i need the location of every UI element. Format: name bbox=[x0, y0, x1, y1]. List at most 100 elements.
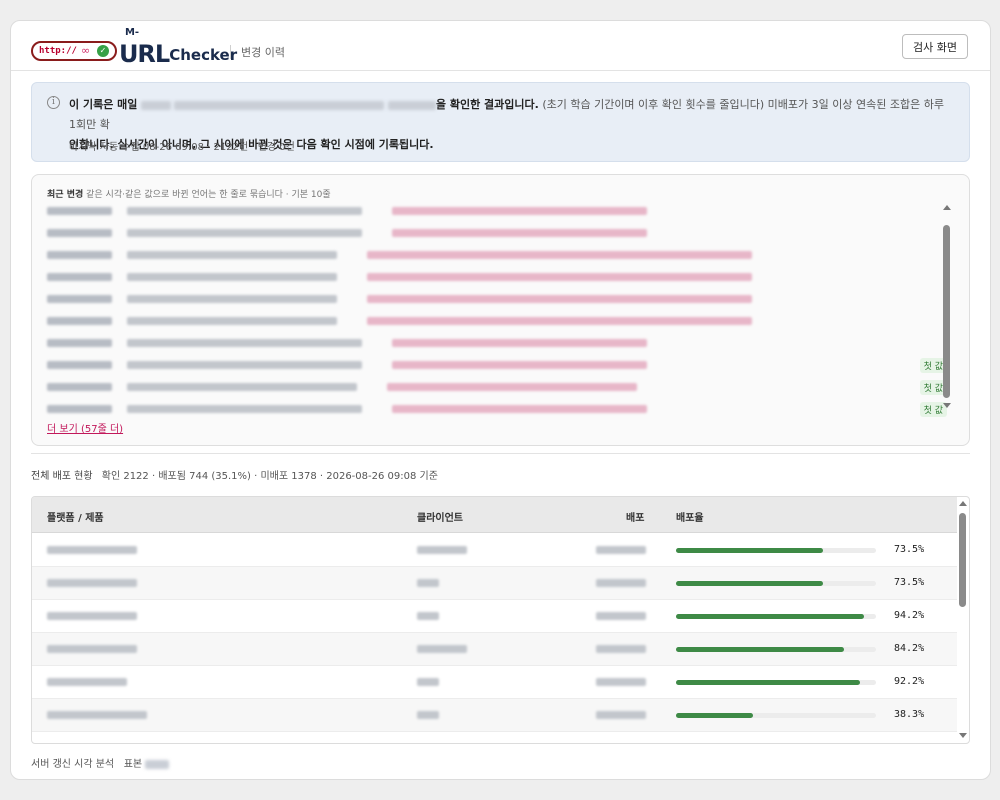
change-row bbox=[47, 270, 947, 284]
logo-url-text: URL bbox=[118, 40, 170, 68]
redacted-text bbox=[387, 383, 637, 391]
logo-badge: http:// ∞ ✓ bbox=[31, 41, 117, 61]
redacted-text bbox=[127, 339, 362, 347]
table-row[interactable]: 73.5% bbox=[32, 567, 957, 600]
sample-label: 표본 bbox=[123, 759, 143, 770]
col-rate[interactable]: 배포율 bbox=[676, 509, 704, 524]
info-icon: i bbox=[47, 96, 60, 109]
header: http:// ∞ ✓ M- URL Checker 변경 이력 검사 화면 bbox=[11, 21, 990, 71]
redacted-text bbox=[417, 546, 467, 554]
logo-wordmark: M- URL Checker bbox=[118, 27, 238, 68]
redacted-text bbox=[47, 711, 147, 719]
logo-http-text: http:// bbox=[39, 46, 77, 56]
redacted-text bbox=[47, 645, 137, 653]
table-row[interactable]: 92.2% bbox=[32, 666, 957, 699]
deploy-summary: 전체 배포 현황 확인 2122 · 배포됨 744 (35.1%) · 미배포… bbox=[31, 467, 438, 482]
redacted-text bbox=[417, 711, 439, 719]
scroll-up-icon[interactable] bbox=[943, 205, 951, 210]
scroll-thumb[interactable] bbox=[959, 513, 966, 607]
scroll-down-icon[interactable] bbox=[943, 403, 951, 408]
redacted-text bbox=[47, 612, 137, 620]
col-client[interactable]: 클라이언트 bbox=[417, 509, 463, 524]
logo-checker-text: Checker bbox=[169, 46, 238, 64]
change-row bbox=[47, 248, 947, 262]
recent-changes-label: 최근 변경 bbox=[47, 190, 84, 200]
col-deploy[interactable]: 배포 bbox=[626, 509, 644, 524]
redacted-text bbox=[596, 546, 646, 554]
redacted-text bbox=[127, 273, 337, 281]
deploy-rate-bar bbox=[676, 680, 876, 685]
scroll-down-icon[interactable] bbox=[959, 733, 967, 738]
info-notice: i 이 기록은 매일 을 확인한 결과입니다. (초기 학습 기간이며 이후 확… bbox=[31, 82, 970, 162]
show-more-link[interactable]: 더 보기 (57줄 더) bbox=[47, 420, 123, 435]
notice-line1-a: 이 기록은 매일 bbox=[69, 98, 138, 111]
redacted-text bbox=[127, 229, 362, 237]
app-logo[interactable]: http:// ∞ ✓ M- URL Checker bbox=[31, 27, 238, 68]
redacted-text bbox=[47, 229, 112, 237]
scroll-up-icon[interactable] bbox=[959, 501, 967, 506]
redacted-text bbox=[392, 361, 647, 369]
notice-meta: 마지막 자동 수집 08-26 09:08 · 2122건 · 변경 0건 bbox=[69, 142, 295, 153]
redacted-text bbox=[367, 317, 752, 325]
redacted-text bbox=[392, 207, 647, 215]
inspect-screen-button[interactable]: 검사 화면 bbox=[902, 34, 968, 59]
redacted-text bbox=[417, 678, 439, 686]
table-row[interactable]: 38.3% bbox=[32, 699, 957, 732]
notice-line1-b: 을 확인한 결과입니다. bbox=[435, 98, 539, 111]
col-platform[interactable]: 플랫폼 / 제품 bbox=[47, 509, 104, 524]
redacted-text bbox=[392, 339, 647, 347]
deploy-rate-fill bbox=[676, 647, 845, 652]
change-row bbox=[47, 204, 947, 218]
check-icon: ✓ bbox=[96, 45, 109, 57]
scroll-thumb[interactable] bbox=[943, 225, 950, 398]
redacted-text bbox=[596, 678, 646, 686]
redacted-text bbox=[127, 295, 337, 303]
change-row bbox=[47, 314, 947, 328]
deploy-rate-fill bbox=[676, 614, 865, 619]
deploy-rate-bar bbox=[676, 581, 876, 586]
table-row[interactable]: 84.2% bbox=[32, 633, 957, 666]
deploy-table: 플랫폼 / 제품 클라이언트 배포 배포율 73.5% 73.5% 94.2% 84.… bbox=[31, 496, 970, 744]
header-divider bbox=[230, 45, 231, 59]
redacted-text bbox=[417, 645, 467, 653]
deploy-rate-value: 84.2% bbox=[894, 643, 925, 654]
change-row bbox=[47, 292, 947, 306]
redacted-text bbox=[47, 251, 112, 259]
redacted-text bbox=[47, 579, 137, 587]
redacted-text bbox=[596, 645, 646, 653]
notice-line1-c: (초기 학습 기간이며 이후 확인 횟수를 줄입니다) bbox=[542, 98, 765, 111]
redacted-text bbox=[47, 207, 112, 215]
recent-changes-desc: 같은 시각·같은 값으로 바뀐 언어는 한 줄로 묶습니다 · 기본 10줄 bbox=[86, 190, 331, 200]
deploy-rate-bar bbox=[676, 614, 876, 619]
main-card: http:// ∞ ✓ M- URL Checker 변경 이력 검사 화면 i… bbox=[10, 20, 991, 780]
deploy-rate-fill bbox=[676, 680, 861, 685]
redacted-text bbox=[47, 339, 112, 347]
link-icon: ∞ bbox=[80, 44, 91, 57]
redacted-text bbox=[417, 579, 439, 587]
redacted-text bbox=[47, 678, 127, 686]
redacted-text bbox=[387, 100, 436, 110]
logo-m-text: M- bbox=[124, 27, 140, 38]
deploy-rate-value: 73.5% bbox=[894, 544, 925, 555]
deploy-rate-fill bbox=[676, 713, 753, 718]
deploy-summary-text: 확인 2122 · 배포됨 744 (35.1%) · 미배포 1378 · 2… bbox=[101, 471, 438, 482]
server-refresh-analysis: 서버 갱신 시각 분석 표본 bbox=[31, 755, 170, 770]
recent-changes-panel: 최근 변경 같은 시각·같은 값으로 바뀐 언어는 한 줄로 묶습니다 · 기본… bbox=[31, 174, 970, 446]
deploy-rate-bar bbox=[676, 548, 876, 553]
redacted-text bbox=[47, 383, 112, 391]
changes-scrollbar[interactable] bbox=[942, 205, 951, 409]
redacted-text bbox=[392, 405, 647, 413]
change-row bbox=[47, 226, 947, 240]
redacted-text bbox=[392, 229, 647, 237]
redacted-text bbox=[145, 759, 170, 769]
server-refresh-label: 서버 갱신 시각 분석 bbox=[31, 759, 115, 770]
deploy-rate-bar bbox=[676, 713, 876, 718]
table-row[interactable]: 94.2% bbox=[32, 600, 957, 633]
redacted-text bbox=[47, 317, 112, 325]
table-header: 플랫폼 / 제품 클라이언트 배포 배포율 bbox=[32, 497, 957, 533]
change-row: 첫 값 bbox=[47, 402, 947, 417]
deploy-rate-value: 92.2% bbox=[894, 676, 925, 687]
table-scrollbar[interactable] bbox=[958, 501, 967, 739]
section-divider bbox=[31, 453, 970, 454]
table-row[interactable]: 73.5% bbox=[32, 534, 957, 567]
